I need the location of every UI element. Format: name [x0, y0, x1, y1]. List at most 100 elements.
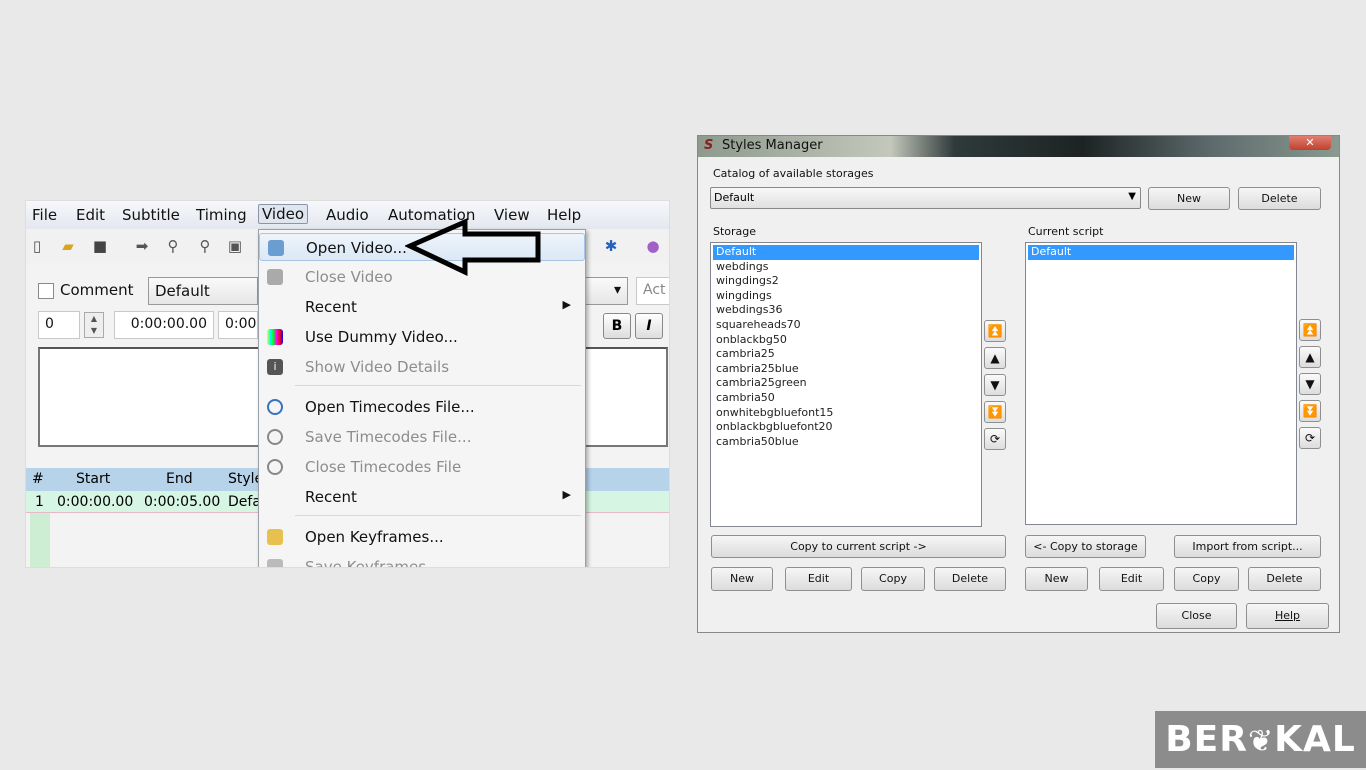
current-script-list[interactable]: Default	[1025, 242, 1297, 525]
menu-timing[interactable]: Timing	[196, 206, 247, 224]
menu-item-video-details[interactable]: i Show Video Details	[259, 353, 585, 381]
close-button[interactable]: Close	[1156, 603, 1237, 629]
copy-to-current-script-button[interactable]: Copy to current script ->	[711, 535, 1006, 558]
menu-audio[interactable]: Audio	[326, 206, 369, 224]
video-icon[interactable]: ▣	[226, 237, 244, 255]
menu-subtitle[interactable]: Subtitle	[122, 206, 180, 224]
info-icon: i	[267, 359, 283, 375]
grid-header-start: Start	[76, 471, 111, 487]
dropdown-arrow-icon: ▼	[1128, 191, 1136, 202]
key-save-icon	[267, 559, 283, 567]
menu-separator	[295, 385, 581, 386]
menu-file[interactable]: File	[32, 206, 57, 224]
menu-item-open-timecodes[interactable]: Open Timecodes File...	[259, 393, 585, 421]
current-script-label: Current script	[1028, 225, 1104, 238]
row-end: 0:00:05.00	[144, 494, 221, 510]
aegisub-screenshot: File Edit Subtitle Timing Video Audio Au…	[25, 200, 670, 568]
list-item[interactable]: wingdings2	[713, 274, 979, 289]
menu-item-save-timecodes[interactable]: Save Timecodes File...	[259, 423, 585, 451]
list-item[interactable]: webdings36	[713, 303, 979, 318]
row-number: 1	[35, 494, 44, 510]
help-button[interactable]: Help	[1246, 603, 1329, 629]
zoom-in-icon[interactable]: ⚲	[164, 237, 182, 255]
list-item[interactable]: onblackbgbluefont20	[713, 420, 979, 435]
list-item[interactable]: cambria25green	[713, 376, 979, 391]
close-window-button[interactable]: ✕	[1289, 136, 1331, 150]
catalog-delete-button[interactable]: Delete	[1238, 187, 1321, 210]
storage-edit-button[interactable]: Edit	[785, 567, 852, 591]
save-icon[interactable]: ■	[91, 237, 109, 255]
menu-item-close-timecodes[interactable]: Close Timecodes File	[259, 453, 585, 481]
move-to-bottom-icon[interactable]: ⏬	[984, 401, 1006, 423]
open-folder-icon[interactable]: ▰	[59, 237, 77, 255]
grid-header-number: #	[32, 471, 44, 487]
grid-header-end: End	[166, 471, 193, 487]
layer-field[interactable]: 0	[38, 311, 80, 339]
move-down-icon[interactable]: ▼	[1299, 373, 1321, 395]
layer-spinner[interactable]: ▲ ▼	[84, 312, 104, 338]
import-from-script-button[interactable]: Import from script...	[1174, 535, 1321, 558]
current-edit-button[interactable]: Edit	[1099, 567, 1164, 591]
move-to-top-icon[interactable]: ⏫	[1299, 319, 1321, 341]
list-item[interactable]: webdings	[713, 260, 979, 275]
menu-item-dummy-video[interactable]: Use Dummy Video...	[259, 323, 585, 351]
list-item[interactable]: cambria25	[713, 347, 979, 362]
storage-label: Storage	[713, 225, 757, 238]
list-item[interactable]: Default	[713, 245, 979, 260]
start-time-field[interactable]: 0:00:00.00	[114, 311, 214, 339]
submenu-arrow-icon: ▶	[562, 488, 571, 501]
menu-item-recent-timecodes[interactable]: Recent ▶	[259, 483, 585, 511]
sort-icon[interactable]: ⟳	[984, 428, 1006, 450]
menu-help[interactable]: Help	[547, 206, 581, 224]
style-select[interactable]: Default	[148, 277, 258, 305]
italic-button[interactable]: I	[635, 313, 663, 339]
video-menu-dropdown: Open Video... Close Video Recent ▶ Use Du…	[258, 229, 586, 567]
move-to-top-icon[interactable]: ⏫	[984, 320, 1006, 342]
clock-close-icon	[267, 459, 283, 475]
list-item[interactable]: wingdings	[713, 289, 979, 304]
style-dropdown-arrow-icon[interactable]: ▾	[584, 277, 628, 305]
list-item[interactable]: cambria50blue	[713, 435, 979, 450]
list-item[interactable]: squareheads70	[713, 318, 979, 333]
menu-separator	[295, 515, 581, 516]
mascot-icon[interactable]: ●	[644, 237, 662, 255]
sort-icon[interactable]: ⟳	[1299, 427, 1321, 449]
move-to-bottom-icon[interactable]: ⏬	[1299, 400, 1321, 422]
app-logo-icon: S	[704, 138, 714, 153]
bold-button[interactable]: B	[603, 313, 631, 339]
list-item[interactable]: Default	[1028, 245, 1294, 260]
zoom-out-icon[interactable]: ⚲	[196, 237, 214, 255]
copy-to-storage-button[interactable]: <- Copy to storage	[1025, 535, 1146, 558]
menu-edit[interactable]: Edit	[76, 206, 105, 224]
jump-arrow-icon[interactable]: ➡	[133, 237, 151, 255]
current-copy-button[interactable]: Copy	[1174, 567, 1239, 591]
end-time-field[interactable]: 0:00	[218, 311, 258, 339]
storage-delete-button[interactable]: Delete	[934, 567, 1006, 591]
actor-field[interactable]: Act	[636, 277, 669, 305]
new-file-icon[interactable]: ▯	[28, 237, 46, 255]
list-item[interactable]: onblackbg50	[713, 333, 979, 348]
menu-item-recent-video[interactable]: Recent ▶	[259, 293, 585, 321]
move-down-icon[interactable]: ▼	[984, 374, 1006, 396]
catalog-select[interactable]: Default ▼	[710, 187, 1141, 209]
current-delete-button[interactable]: Delete	[1248, 567, 1321, 591]
comment-checkbox[interactable]	[38, 283, 54, 299]
storage-list[interactable]: Default webdings wingdings2 wingdings webdin…	[710, 242, 982, 527]
automation-icon[interactable]: ✱	[602, 237, 620, 255]
storage-copy-button[interactable]: Copy	[861, 567, 925, 591]
clock-open-icon	[267, 399, 283, 415]
list-item[interactable]: cambria25blue	[713, 362, 979, 377]
film-open-icon	[268, 240, 284, 256]
catalog-new-button[interactable]: New	[1148, 187, 1230, 210]
watermark-logo: BER❦KAL	[1155, 711, 1366, 768]
menu-item-open-keyframes[interactable]: Open Keyframes...	[259, 523, 585, 551]
list-item[interactable]: cambria50	[713, 391, 979, 406]
catalog-value: Default	[714, 191, 755, 204]
menu-item-save-keyframes[interactable]: Save Keyframes...	[259, 553, 585, 567]
list-item[interactable]: onwhitebgbluefont15	[713, 406, 979, 421]
menu-video[interactable]: Video	[258, 204, 309, 224]
storage-new-button[interactable]: New	[711, 567, 773, 591]
move-up-icon[interactable]: ▲	[1299, 346, 1321, 368]
current-new-button[interactable]: New	[1025, 567, 1088, 591]
move-up-icon[interactable]: ▲	[984, 347, 1006, 369]
